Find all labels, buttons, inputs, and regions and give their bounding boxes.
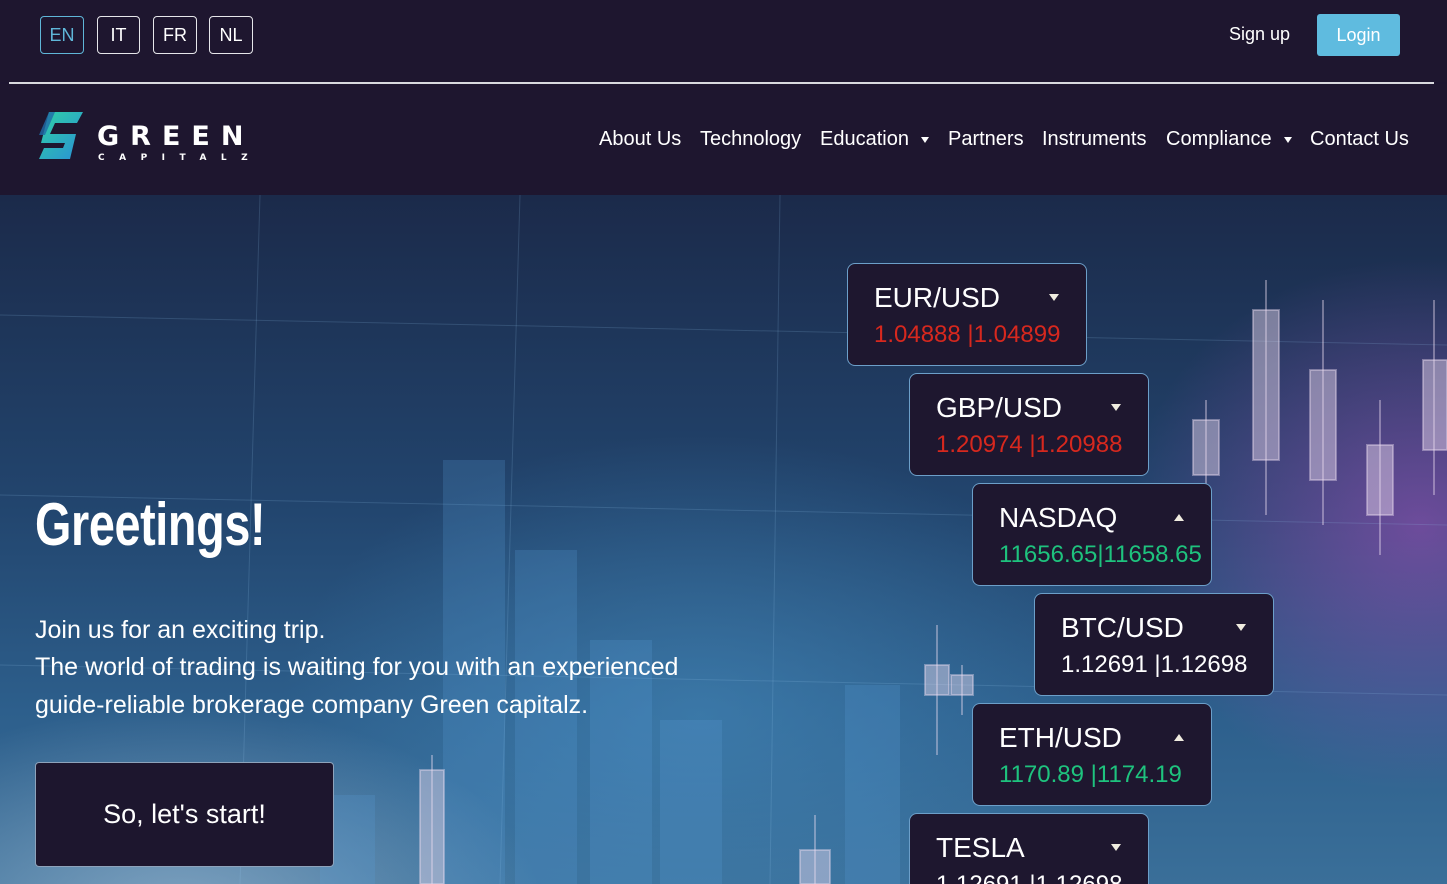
brand-subtitle: CAPITALZ: [98, 153, 263, 163]
brand-name: GREEN: [97, 121, 255, 152]
quote-card-tesla[interactable]: TESLA 1.12691 |1.12698: [909, 813, 1149, 884]
hero-tagline-1: Join us for an exciting trip.: [35, 616, 326, 644]
top-bar: EN IT FR NL Sign up Login: [0, 0, 1447, 82]
quote-card-nasdaq[interactable]: NASDAQ 11656.65|11658.65: [972, 483, 1212, 586]
nav-partners-label: Partners: [948, 128, 1024, 150]
nav-technology-label: Technology: [700, 128, 802, 150]
chevron-down-icon: [1283, 136, 1292, 143]
quote-price: 11656.65|11658.65: [999, 541, 1202, 568]
lang-nl-button[interactable]: NL: [209, 16, 253, 54]
quote-symbol: EUR/USD: [874, 282, 1001, 313]
trend-down-icon: [1236, 624, 1246, 631]
quote-symbol: GBP/USD: [936, 392, 1063, 423]
quote-symbol: BTC/USD: [1061, 612, 1184, 643]
quote-card-eurusd[interactable]: EUR/USD 1.04888 |1.04899: [847, 263, 1087, 366]
lang-it-button[interactable]: IT: [97, 16, 140, 54]
quote-symbol: NASDAQ: [999, 502, 1118, 533]
quote-price: 1170.89 |1174.19: [999, 761, 1182, 788]
nav-technology[interactable]: Technology: [700, 128, 801, 151]
trend-down-icon: [1111, 404, 1121, 411]
nav-contact[interactable]: Contact Us: [1310, 128, 1409, 151]
hero-tagline-3: guide-reliable brokerage company Green c…: [35, 691, 589, 719]
nav-education-label: Education: [820, 128, 909, 150]
quote-price: 1.12691 |1.12698: [1061, 651, 1248, 678]
nav-partners[interactable]: Partners: [948, 128, 1024, 151]
quote-card-ethusd[interactable]: ETH/USD 1170.89 |1174.19: [972, 703, 1212, 806]
nav-compliance[interactable]: Compliance: [1166, 128, 1292, 151]
nav-compliance-label: Compliance: [1166, 128, 1272, 150]
hero-title: Greetings!: [35, 491, 266, 558]
hero-section: Greetings! Join us for an exciting trip.…: [0, 195, 1447, 884]
lang-en-button[interactable]: EN: [40, 16, 84, 54]
nav-education[interactable]: Education: [820, 128, 929, 151]
quote-symbol: TESLA: [936, 832, 1025, 863]
lang-fr-button[interactable]: FR: [153, 16, 197, 54]
quote-card-gbpusd[interactable]: GBP/USD 1.20974 |1.20988: [909, 373, 1149, 476]
nav-about-label: About Us: [599, 128, 682, 150]
quote-price: 1.12691 |1.12698: [936, 871, 1122, 884]
signup-link[interactable]: Sign up: [1229, 24, 1290, 45]
quote-price: 1.20974 |1.20988: [936, 431, 1123, 458]
main-navbar: GREEN CAPITALZ About Us Technology Educa…: [0, 84, 1447, 195]
login-button[interactable]: Login: [1317, 14, 1400, 56]
trend-up-icon: [1174, 514, 1184, 521]
quote-card-btcusd[interactable]: BTC/USD 1.12691 |1.12698: [1034, 593, 1274, 696]
logo-mark-icon: [39, 112, 83, 159]
quote-price: 1.04888 |1.04899: [874, 321, 1061, 348]
brand-logo[interactable]: GREEN CAPITALZ: [35, 110, 248, 166]
trend-down-icon: [1049, 294, 1059, 301]
trend-up-icon: [1174, 734, 1184, 741]
trend-down-icon: [1111, 844, 1121, 851]
start-button[interactable]: So, let's start!: [35, 762, 334, 867]
hero-tagline-2: The world of trading is waiting for you …: [35, 653, 679, 681]
quote-symbol: ETH/USD: [999, 722, 1122, 753]
nav-instruments[interactable]: Instruments: [1042, 128, 1146, 151]
nav-instruments-label: Instruments: [1042, 128, 1147, 150]
nav-contact-label: Contact Us: [1310, 128, 1409, 150]
nav-about[interactable]: About Us: [599, 128, 681, 151]
chevron-down-icon: [920, 136, 929, 143]
